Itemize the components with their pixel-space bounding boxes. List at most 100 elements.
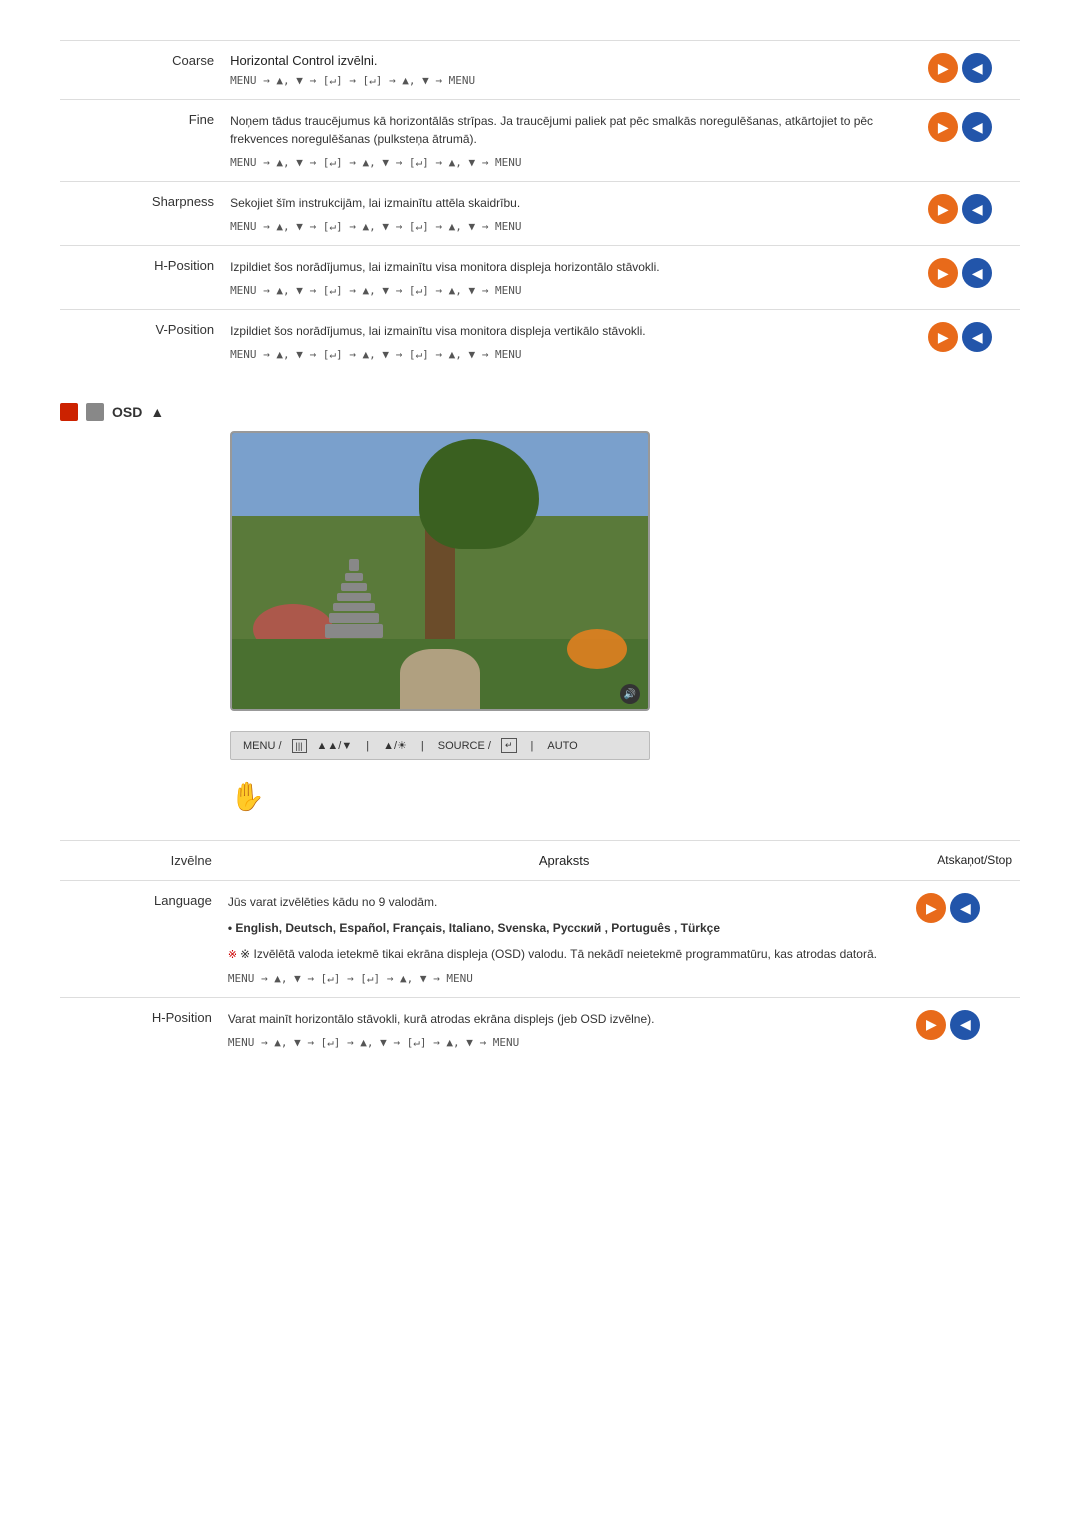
hposition-next-button[interactable]: ◀ xyxy=(962,258,992,288)
control-bar: MENU / ||| ▲▲/▼ | ▲/☀ | SOURCE / ↵ | AUT… xyxy=(230,731,650,760)
row-desc-coarse: Horizontal Control izvēlni. MENU → ▲, ▼ … xyxy=(222,41,920,100)
control-bar-separator2: | xyxy=(421,740,424,752)
control-bar-separator1: | xyxy=(366,740,369,752)
control-bar-arrows2: ▲/☀ xyxy=(383,739,407,752)
fine-desc-body: Noņem tādus traucējumus kā horizontālās … xyxy=(230,112,912,148)
sharpness-prev-button[interactable]: ▶ xyxy=(928,194,958,224)
language-note: ※ ※ Izvēlētā valoda ietekmē tikai ekrāna… xyxy=(228,945,901,964)
osd-gray-icon xyxy=(86,403,104,421)
osd-label: OSD xyxy=(112,404,142,420)
language-icon-col: ▶ ◀ xyxy=(908,881,1020,998)
osd-col2-header: Apraksts xyxy=(539,853,590,868)
osd-col3-header: Atskaņot/Stop xyxy=(937,853,1012,867)
table-row: Coarse Horizontal Control izvēlni. MENU … xyxy=(60,41,1020,100)
speaker-icon: 🔊 xyxy=(620,684,640,704)
language-nav-icons: ▶ ◀ xyxy=(916,893,1012,923)
osd-table: Izvēlne Apraksts Atskaņot/Stop Language … xyxy=(60,840,1020,1061)
table-row: Fine Noņem tādus traucējumus kā horizont… xyxy=(60,100,1020,182)
row-desc-sharpness: Sekojiet šīm instrukcijām, lai izmainītu… xyxy=(222,182,920,246)
row-label-fine: Fine xyxy=(60,100,222,182)
row-label-vposition: V-Position xyxy=(60,310,222,374)
hposition-desc-body: Izpildiet šos norādījumus, lai izmainītu… xyxy=(230,258,912,276)
hposition-menu-path: MENU → ▲, ▼ → [↵] → ▲, ▼ → [↵] → ▲, ▼ → … xyxy=(230,284,912,297)
hposition-prev-button[interactable]: ▶ xyxy=(928,258,958,288)
language-menu-path: MENU → ▲, ▼ → [↵] → [↵] → ▲, ▼ → MENU xyxy=(228,972,901,985)
pagoda-decoration xyxy=(324,559,384,639)
table-row: V-Position Izpildiet šos norādījumus, la… xyxy=(60,310,1020,374)
hposition-nav-icons: ▶ ◀ xyxy=(928,258,1012,288)
osd-desc-language: Jūs varat izvēlēties kādu no 9 valodām. … xyxy=(220,881,909,998)
row-label-sharpness: Sharpness xyxy=(60,182,222,246)
sharpness-menu-path: MENU → ▲, ▼ → [↵] → ▲, ▼ → [↵] → ▲, ▼ → … xyxy=(230,220,912,233)
control-bar-enter-icon: ↵ xyxy=(501,738,517,753)
vposition-icon-col: ▶ ◀ xyxy=(920,310,1020,374)
osd-header-atskn: Atskaņot/Stop xyxy=(908,841,1020,881)
osd-red-icon xyxy=(60,403,78,421)
hpos-osd-menu-path: MENU → ▲, ▼ → [↵] → ▲, ▼ → [↵] → ▲, ▼ → … xyxy=(228,1036,901,1049)
osd-label-language: Language xyxy=(60,881,220,998)
language-list: • English, Deutsch, Español, Français, I… xyxy=(228,919,901,937)
hpos-osd-desc-body: Varat mainīt horizontālo stāvokli, kurā … xyxy=(228,1010,901,1028)
vposition-menu-path: MENU → ▲, ▼ → [↵] → ▲, ▼ → [↵] → ▲, ▼ → … xyxy=(230,348,912,361)
stone-path-decoration xyxy=(400,649,480,709)
sharpness-desc-body: Sekojiet šīm instrukcijām, lai izmainītu… xyxy=(230,194,912,212)
control-bar-auto: AUTO xyxy=(547,740,577,752)
vposition-prev-button[interactable]: ▶ xyxy=(928,322,958,352)
tree-leaves-decoration xyxy=(419,439,539,549)
monitor-scene: 🔊 xyxy=(232,433,648,709)
coarse-icon-col: ▶ ◀ xyxy=(920,41,1020,100)
sharpness-icon-col: ▶ ◀ xyxy=(920,182,1020,246)
osd-language-row: Language Jūs varat izvēlēties kādu no 9 … xyxy=(60,881,1020,998)
vposition-nav-icons: ▶ ◀ xyxy=(928,322,1012,352)
coarse-next-button[interactable]: ◀ xyxy=(962,53,992,83)
osd-header-izvēlne: Izvēlne xyxy=(60,841,220,881)
osd-arrow-icon: ▲ xyxy=(150,404,164,420)
hpos-osd-nav-icons: ▶ ◀ xyxy=(916,1010,1012,1040)
hpos-osd-prev-button[interactable]: ▶ xyxy=(916,1010,946,1040)
osd-header-apraksts: Apraksts xyxy=(220,841,909,881)
coarse-desc-title: Horizontal Control izvēlni. xyxy=(230,53,912,68)
fine-menu-path: MENU → ▲, ▼ → [↵] → ▲, ▼ → [↵] → ▲, ▼ → … xyxy=(230,156,912,169)
language-prev-button[interactable]: ▶ xyxy=(916,893,946,923)
table-row: Sharpness Sekojiet šīm instrukcijām, lai… xyxy=(60,182,1020,246)
row-label-hposition: H-Position xyxy=(60,246,222,310)
hand-icon: ✋ xyxy=(230,781,265,812)
fine-icon-col: ▶ ◀ xyxy=(920,100,1020,182)
hpos-osd-icon-col: ▶ ◀ xyxy=(908,997,1020,1061)
coarse-prev-button[interactable]: ▶ xyxy=(928,53,958,83)
osd-section-header: OSD ▲ xyxy=(60,403,1020,421)
row-desc-hposition: Izpildiet šos norādījumus, lai izmainītu… xyxy=(222,246,920,310)
osd-header-row: Izvēlne Apraksts Atskaņot/Stop xyxy=(60,841,1020,881)
control-bar-arrows1: ▲▲/▼ xyxy=(317,740,353,752)
coarse-menu-path: MENU → ▲, ▼ → [↵] → [↵] → ▲, ▼ → MENU xyxy=(230,74,912,87)
osd-label-hpos: H-Position xyxy=(60,997,220,1061)
row-desc-vposition: Izpildiet šos norādījumus, lai izmainītu… xyxy=(222,310,920,374)
table-row: H-Position Izpildiet šos norādījumus, la… xyxy=(60,246,1020,310)
control-bar-bar-icon: ||| xyxy=(292,739,307,753)
fine-next-button[interactable]: ◀ xyxy=(962,112,992,142)
fine-prev-button[interactable]: ▶ xyxy=(928,112,958,142)
vposition-next-button[interactable]: ◀ xyxy=(962,322,992,352)
control-bar-menu: MENU / xyxy=(243,740,282,752)
sharpness-next-button[interactable]: ◀ xyxy=(962,194,992,224)
language-desc-1: Jūs varat izvēlēties kādu no 9 valodām. xyxy=(228,893,901,911)
hpos-osd-next-button[interactable]: ◀ xyxy=(950,1010,980,1040)
note-asterisk-icon: ※ xyxy=(228,949,240,961)
monitor-image: 🔊 xyxy=(230,431,650,711)
row-label-coarse: Coarse xyxy=(60,41,222,100)
osd-hpos-row: H-Position Varat mainīt horizontālo stāv… xyxy=(60,997,1020,1061)
bush-right-decoration xyxy=(567,629,627,669)
main-table: Coarse Horizontal Control izvēlni. MENU … xyxy=(60,40,1020,373)
control-bar-separator3: | xyxy=(531,740,534,752)
language-next-button[interactable]: ◀ xyxy=(950,893,980,923)
language-note-text: ※ Izvēlētā valoda ietekmē tikai ekrāna d… xyxy=(240,947,877,961)
fine-nav-icons: ▶ ◀ xyxy=(928,112,1012,142)
hposition-icon-col: ▶ ◀ xyxy=(920,246,1020,310)
coarse-nav-icons: ▶ ◀ xyxy=(928,53,1012,83)
control-bar-source: SOURCE / xyxy=(438,740,491,752)
sharpness-nav-icons: ▶ ◀ xyxy=(928,194,1012,224)
osd-desc-hpos: Varat mainīt horizontālo stāvokli, kurā … xyxy=(220,997,909,1061)
row-desc-fine: Noņem tādus traucējumus kā horizontālās … xyxy=(222,100,920,182)
vposition-desc-body: Izpildiet šos norādījumus, lai izmainītu… xyxy=(230,322,912,340)
hand-icon-area: ✋ xyxy=(230,780,290,820)
